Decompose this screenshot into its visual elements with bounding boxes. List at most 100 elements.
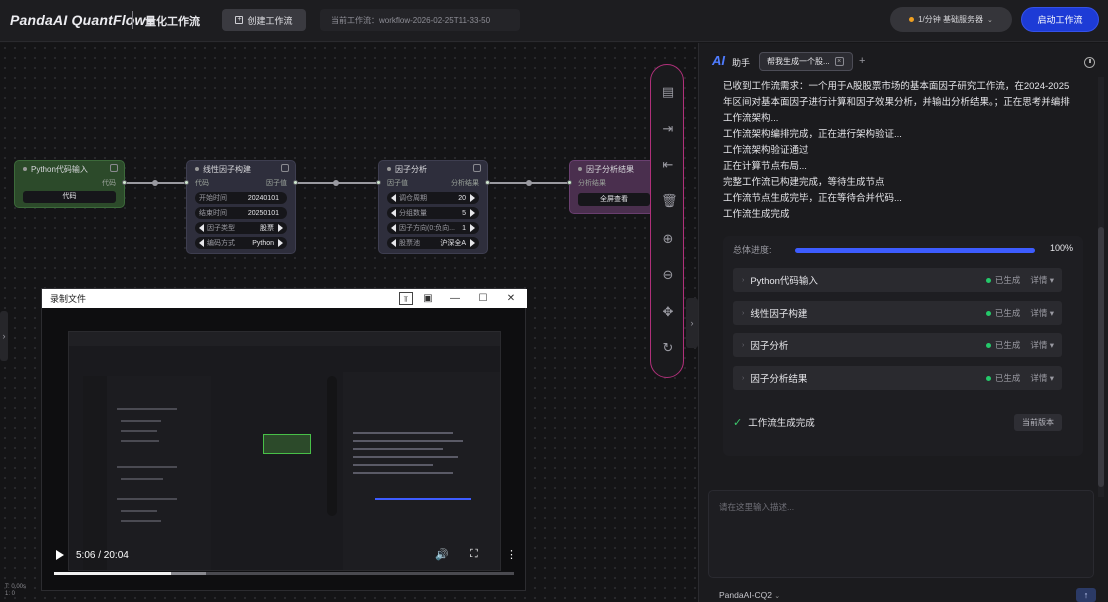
step-detail-toggle[interactable]: 详情 ▾: [1030, 274, 1054, 286]
step-item[interactable]: › 线性因子构建 已生成 详情 ▾: [733, 301, 1062, 325]
arrow-left-icon[interactable]: [199, 239, 204, 247]
panel-scrollbar[interactable]: [1098, 77, 1104, 497]
field-factor-type[interactable]: 因子类型 股票: [195, 222, 287, 234]
refresh-icon[interactable]: ↻: [661, 341, 675, 355]
expand-icon[interactable]: [281, 164, 289, 172]
fit-view-icon[interactable]: ✥: [661, 305, 675, 319]
server-select[interactable]: 1/分钟 基础服务器 ⌄: [890, 7, 1012, 32]
save-icon[interactable]: ▤: [661, 85, 675, 99]
arrow-left-icon[interactable]: [391, 239, 396, 247]
output-port[interactable]: [293, 180, 298, 185]
zoom-out-icon[interactable]: ⊖: [661, 268, 675, 282]
import-icon[interactable]: ⇤: [661, 158, 675, 172]
input-port[interactable]: [376, 180, 381, 185]
arrow-left-icon[interactable]: [391, 224, 396, 232]
workflow-done-row: ✓ 工作流生成完成 当前版本: [733, 412, 1062, 432]
arrow-right-icon[interactable]: [278, 224, 283, 232]
check-icon: ✓: [733, 416, 743, 429]
maximize-icon[interactable]: ☐: [476, 292, 490, 305]
arrow-left-icon[interactable]: [391, 209, 396, 217]
scrollbar-thumb[interactable]: [1098, 227, 1104, 487]
close-icon[interactable]: ✕: [504, 292, 518, 305]
right-collapse-handle[interactable]: ›: [686, 298, 698, 348]
minimize-icon[interactable]: —: [448, 292, 462, 305]
output-port[interactable]: [485, 180, 490, 185]
create-workflow-button[interactable]: + 创建工作流: [222, 9, 306, 31]
launch-workflow-button[interactable]: 启动工作流: [1021, 7, 1099, 32]
recording-video-window[interactable]: 录制文件 ⫪ ▣ — ☐ ✕ 5:06 / 20:04 🔊 ⛶ ⋮: [41, 288, 527, 591]
canvas-toolbar: ▤ ⇥ ⇤ 🗑 ⊕ ⊖ ✥ ↻: [650, 64, 684, 378]
step-item[interactable]: › 因子分析 已生成 详情 ▾: [733, 333, 1062, 357]
step-status: 已生成: [985, 274, 1020, 286]
history-clock-icon[interactable]: [1084, 57, 1095, 68]
arrow-right-icon[interactable]: [470, 209, 475, 217]
pin-icon[interactable]: ⫪: [399, 292, 413, 305]
field-end-date[interactable]: 结束时间 20250101: [195, 207, 287, 219]
node-title: 因子分析: [395, 164, 427, 174]
step-detail-toggle[interactable]: 详情 ▾: [1030, 372, 1054, 384]
node-title: Python代码输入: [31, 164, 88, 174]
new-chat-icon[interactable]: +: [859, 55, 865, 67]
left-collapse-handle[interactable]: ›: [0, 311, 8, 361]
arrow-left-icon[interactable]: [199, 224, 204, 232]
pip-icon[interactable]: ▣: [421, 292, 435, 305]
arrow-right-icon[interactable]: [470, 239, 475, 247]
step-detail-toggle[interactable]: 详情 ▾: [1030, 307, 1054, 319]
node-title: 因子分析结果: [586, 164, 634, 174]
assistant-panel: AI 助手 帮我生成一个股... × + 已收到工作流需求：一个用于A股股票市场…: [698, 43, 1108, 602]
step-item[interactable]: › 因子分析结果 已生成 详情 ▾: [733, 366, 1062, 390]
volume-icon[interactable]: 🔊: [435, 548, 449, 561]
arrow-right-icon[interactable]: [278, 239, 283, 247]
trash-icon[interactable]: 🗑: [661, 194, 678, 208]
arrow-right-icon[interactable]: [470, 194, 475, 202]
video-played: [54, 572, 172, 575]
node-factor-result[interactable]: 因子分析结果 分析结果 全屏查看: [567, 160, 659, 214]
edge-2-midpoint[interactable]: [333, 180, 339, 186]
node-factor-build[interactable]: 线性因子构建 代码 因子值 开始时间 20240101 结束时间 20250101 因…: [184, 160, 298, 254]
edge-3-midpoint[interactable]: [526, 180, 532, 186]
current-version-button[interactable]: 当前版本: [1014, 413, 1062, 431]
field-rebalance-period[interactable]: 调仓周期 20: [387, 192, 479, 204]
field-start-date[interactable]: 开始时间 20240101: [195, 192, 287, 204]
chat-input[interactable]: [719, 501, 1079, 561]
page-title: 量化工作流: [145, 16, 200, 28]
close-tab-icon[interactable]: ×: [834, 57, 844, 66]
expand-icon[interactable]: [473, 164, 481, 172]
chevron-right-icon: ›: [742, 276, 745, 284]
field-factor-direction[interactable]: 因子方向(0:负向... 1: [387, 222, 479, 234]
zoom-in-icon[interactable]: ⊕: [661, 232, 675, 246]
arrow-right-icon[interactable]: [470, 224, 475, 232]
play-icon[interactable]: [56, 550, 64, 560]
input-port-label: 分析结果: [578, 180, 606, 187]
brand-divider: [132, 11, 133, 29]
video-progress-bar[interactable]: [54, 572, 514, 575]
edge-1-midpoint[interactable]: [152, 180, 158, 186]
field-encoding[interactable]: 编码方式 Python: [195, 237, 287, 249]
fullscreen-view-button[interactable]: 全屏查看: [578, 193, 650, 206]
node-status-dot: [195, 167, 199, 171]
output-port[interactable]: [122, 180, 127, 185]
top-header: PandaAI QuantFlow 量化工作流 + 创建工作流 当前工作流：wo…: [0, 0, 1108, 42]
model-select[interactable]: PandaAI-CQ2 ⌄: [719, 590, 780, 600]
field-group-count[interactable]: 分组数量 5: [387, 207, 479, 219]
fullscreen-icon[interactable]: ⛶: [470, 548, 478, 561]
input-port[interactable]: [184, 180, 189, 185]
video-time: 5:06 / 20:04: [76, 550, 129, 561]
ai-logo: AI: [712, 53, 725, 68]
arrow-left-icon[interactable]: [391, 194, 396, 202]
step-name: 因子分析结果: [750, 374, 808, 385]
chat-tab[interactable]: 帮我生成一个股... ×: [759, 52, 853, 71]
export-icon[interactable]: ⇥: [661, 122, 675, 136]
code-button[interactable]: 代码: [23, 191, 116, 203]
send-button[interactable]: ↑: [1076, 588, 1096, 602]
field-stock-pool[interactable]: 股票池 沪深全A: [387, 237, 479, 249]
step-detail-toggle[interactable]: 详情 ▾: [1030, 339, 1054, 351]
input-port[interactable]: [567, 180, 572, 185]
node-factor-analysis[interactable]: 因子分析 因子值 分析结果 调仓周期 20 分组数量 5 因子方向(0:负向... 1 …: [376, 160, 490, 254]
expand-icon[interactable]: [110, 164, 118, 172]
node-python-input[interactable]: Python代码输入 代码 代码: [14, 160, 127, 208]
step-name: 因子分析: [750, 341, 789, 352]
more-options-icon[interactable]: ⋮: [506, 548, 517, 561]
step-item[interactable]: › Python代码输入 已生成 详情 ▾: [733, 268, 1062, 292]
mini-browser-bar: [69, 332, 500, 346]
